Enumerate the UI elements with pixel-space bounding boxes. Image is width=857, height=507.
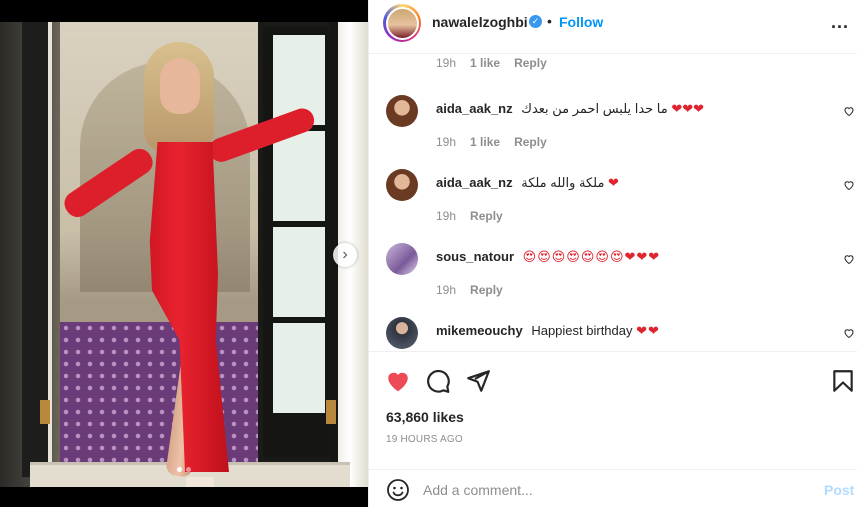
heart-icon[interactable] [843,179,855,191]
comment-icon[interactable] [425,368,451,394]
comment-text: aida_aak_nz ملكة والله ملكة ❤ [436,175,619,191]
reply-button[interactable]: Reply [470,283,503,297]
author-avatar-image [385,6,419,40]
reply-button[interactable]: Reply [514,135,547,149]
carousel-dot [186,467,191,472]
comment-likes[interactable]: 1 like [470,135,500,149]
comment-body: ما حدا يلبس احمر من بعدك [521,101,668,116]
comment-emoji: ❤❤ [636,323,660,338]
commenter-username[interactable]: aida_aak_nz [436,175,513,190]
comment-body: Happiest birthday [531,323,633,338]
commenter-username[interactable]: sous_natour [436,249,514,264]
post-media: › [0,0,368,507]
door-hinge [40,400,50,424]
door-pane [273,131,325,221]
photo-door-right [258,22,334,462]
reply-button[interactable]: Reply [470,209,503,223]
door-pane [273,323,325,413]
comment-item: sous_natour 😍😍😍😍😍😍😍❤❤❤ 19h Reply [369,243,857,313]
comment-emoji: ❤ [608,175,619,190]
add-comment-bar: Post [369,469,857,507]
door-pane [273,227,325,317]
comment-text: sous_natour 😍😍😍😍😍😍😍❤❤❤ [436,249,660,265]
comment-time: 19h [436,135,457,149]
share-icon[interactable] [465,368,491,394]
comment-emoji: ❤❤❤ [671,101,705,116]
header-separator: • [547,13,552,29]
comment-item: aida_aak_nz ما حدا يلبس احمر من بعدك ❤❤❤… [369,95,857,165]
heart-icon[interactable] [843,327,855,339]
comment-input[interactable] [423,478,803,502]
door-hinge [326,400,336,424]
post-side-panel: nawalelzoghbi ✓ • Follow ... 19h 1 like Re… [368,0,857,507]
comment-item: mikemeouchy Happiest birthday ❤❤ [369,317,857,351]
comment-likes[interactable]: 1 like [470,56,500,70]
author-username[interactable]: nawalelzoghbi [432,14,528,30]
post-photo [0,22,368,487]
bookmark-icon[interactable] [830,368,856,394]
comment-time: 19h [436,56,457,70]
post-actions: 63,860 likes 19 HOURS AGO [369,351,857,473]
like-count[interactable]: 63,860 likes [386,409,464,425]
reply-button[interactable]: Reply [514,56,547,70]
author-avatar[interactable] [383,4,421,42]
post-timestamp: 19 HOURS AGO [386,434,463,445]
commenter-avatar[interactable] [386,169,418,201]
heart-icon[interactable] [385,368,411,394]
commenter-username[interactable]: mikemeouchy [436,323,523,338]
follow-button[interactable]: Follow [559,14,603,30]
figure-face [160,58,200,114]
more-icon[interactable]: ... [831,12,849,33]
comment-meta: 19h Reply [436,283,503,297]
comment-text: aida_aak_nz ما حدا يلبس احمر من بعدك ❤❤❤ [436,101,704,117]
heart-icon[interactable] [843,105,855,117]
comment-meta-top: 19h 1 like Reply [436,56,547,70]
figure-shoe [186,477,214,487]
next-image-button[interactable]: › [333,243,357,267]
comment-emoji: 😍😍😍😍😍😍😍❤❤❤ [522,249,661,264]
commenter-username[interactable]: aida_aak_nz [436,101,513,116]
commenter-avatar[interactable] [386,317,418,349]
comment-text: mikemeouchy Happiest birthday ❤❤ [436,323,660,339]
comment-item: aida_aak_nz ملكة والله ملكة ❤ 19h Reply [369,169,857,239]
comments-list: 19h 1 like Reply aida_aak_nz ما حدا يلبس ا… [369,54,857,351]
commenter-avatar[interactable] [386,95,418,127]
comment-time: 19h [436,209,457,223]
smiley-icon[interactable] [386,478,410,502]
heart-icon[interactable] [843,253,855,265]
chevron-right-icon: › [342,246,348,263]
comment-time: 19h [436,283,457,297]
verified-icon: ✓ [529,15,542,28]
comment-meta: 19h 1 like Reply [436,135,547,149]
carousel-dot-active [177,467,182,472]
carousel-dots [0,467,368,472]
comment-body: ملكة والله ملكة [521,175,605,190]
commenter-avatar[interactable] [386,243,418,275]
post-header: nawalelzoghbi ✓ • Follow ... [369,0,857,54]
post-comment-button[interactable]: Post [824,482,854,498]
comment-meta: 19h Reply [436,209,503,223]
